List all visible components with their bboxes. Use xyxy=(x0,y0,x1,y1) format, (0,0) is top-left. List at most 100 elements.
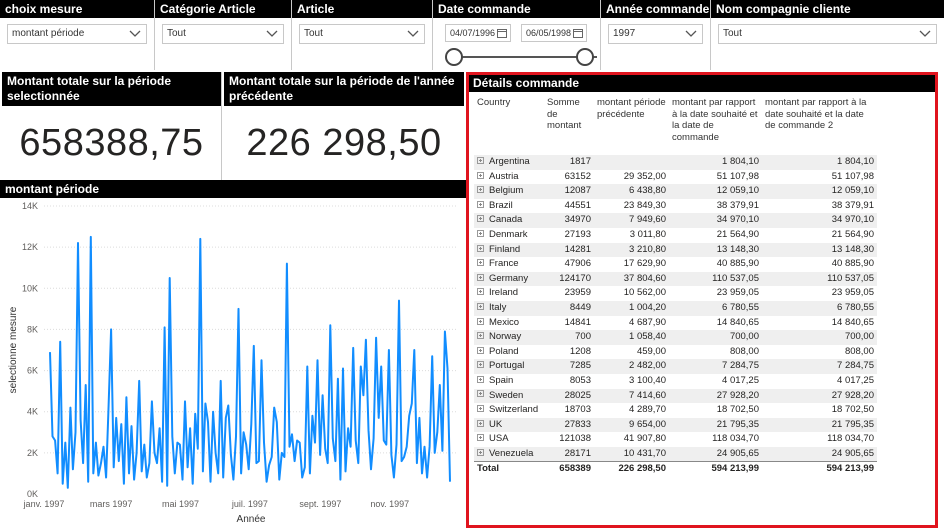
cell-souhaite-2: 4 017,25 xyxy=(837,374,874,386)
date-start-input[interactable]: 04/07/1996 xyxy=(445,24,511,42)
cell-souhaite: 1 804,10 xyxy=(669,155,762,170)
cell-country: Spain xyxy=(474,374,544,389)
cell-country: Sweden xyxy=(474,388,544,404)
cell-souhaite-2: 13 148,30 xyxy=(762,242,877,258)
expand-icon[interactable] xyxy=(477,200,484,208)
card-montant-annee-precedente: Montant totale sur la période de l'année… xyxy=(224,72,464,180)
slicer-title: choix mesure xyxy=(0,0,154,18)
card-montant-periode: Montant totale sur la période selectionn… xyxy=(2,72,222,180)
expand-icon[interactable] xyxy=(477,390,484,398)
table-row: Denmark 27193 3 011,80 21 564,90 21 564,90 xyxy=(474,228,877,243)
cell-country: Canada xyxy=(474,213,544,228)
y-tick-label: 12K xyxy=(22,242,38,252)
cell-somme: 1208 xyxy=(569,345,591,357)
cell-souhaite: 34 970,10 xyxy=(669,213,762,228)
cell-souhaite: 4 017,25 xyxy=(722,374,759,386)
cell-country: Germany xyxy=(474,271,544,287)
date-end-input[interactable]: 06/05/1998 xyxy=(521,24,587,42)
cell-somme: 1817 xyxy=(544,155,594,170)
cell-periode-precedente: 4 289,70 xyxy=(629,404,666,416)
expand-icon[interactable] xyxy=(477,273,484,281)
table-header-row: Country Somme de montant montant période… xyxy=(474,97,877,155)
expand-icon[interactable] xyxy=(477,171,484,179)
y-tick-label: 0K xyxy=(27,489,38,499)
country-label: Belgium xyxy=(489,185,524,197)
slicer-nom-compagnie: Nom compagnie cliente Tout xyxy=(711,0,944,70)
series-line xyxy=(49,235,451,489)
cell-souhaite-2: 118 034,70 xyxy=(827,433,874,445)
annee-dropdown[interactable]: 1997 xyxy=(608,24,703,44)
cell-country: Mexico xyxy=(474,316,544,331)
cell-somme: 8053 xyxy=(569,374,591,386)
column-header-souhaite[interactable]: montant par rapport à la date souhaité e… xyxy=(669,97,762,155)
expand-icon[interactable] xyxy=(477,302,484,310)
expand-icon[interactable] xyxy=(477,361,484,369)
y-tick-label: 2K xyxy=(27,448,38,458)
expand-icon[interactable] xyxy=(477,332,484,340)
country-label: Sweden xyxy=(489,389,524,401)
cell-souhaite: 18 702,50 xyxy=(716,404,759,416)
choix-mesure-dropdown[interactable]: montant période xyxy=(7,24,147,44)
expand-icon[interactable] xyxy=(477,215,484,223)
cell-country: Venezuela xyxy=(474,446,544,462)
expand-icon[interactable] xyxy=(477,317,484,325)
expand-icon[interactable] xyxy=(477,229,484,237)
slicer-categorie-article: Catégorie Article Tout xyxy=(155,0,292,70)
slicer-title: Nom compagnie cliente xyxy=(711,0,944,18)
expand-icon[interactable] xyxy=(477,288,484,296)
chevron-down-icon xyxy=(919,30,931,37)
expand-icon[interactable] xyxy=(477,259,484,267)
cell-periode-precedente: 2 482,00 xyxy=(594,359,669,374)
slicer-title: Date commande xyxy=(433,0,600,18)
expand-icon[interactable] xyxy=(477,186,484,194)
expand-icon[interactable] xyxy=(477,405,484,413)
expand-icon[interactable] xyxy=(477,448,484,456)
article-dropdown[interactable]: Tout xyxy=(299,24,425,44)
table-row: France 47906 17 629,90 40 885,90 40 885,90 xyxy=(474,257,877,272)
date-range-start-handle[interactable] xyxy=(445,48,463,66)
cell-souhaite: 51 107,98 xyxy=(716,170,759,182)
cell-periode-precedente: 10 431,70 xyxy=(594,446,669,462)
y-tick-label: 8K xyxy=(27,324,38,334)
cell-periode-precedente: 37 804,60 xyxy=(594,271,669,287)
table-row: Finland 14281 3 210,80 13 148,30 13 148,30 xyxy=(474,242,877,258)
expand-icon[interactable] xyxy=(477,244,484,252)
x-tick-label: sept. 1997 xyxy=(299,499,341,509)
expand-icon[interactable] xyxy=(477,346,484,354)
country-label: Argentina xyxy=(489,156,530,167)
table-row: Ireland 23959 10 562,00 23 959,05 23 959,05 xyxy=(474,286,877,301)
categorie-dropdown[interactable]: Tout xyxy=(162,24,284,44)
column-header-somme[interactable]: Somme de montant xyxy=(544,97,594,155)
cell-somme: 34970 xyxy=(544,213,594,228)
line-chart: 0K 2K 4K 6K 8K 10K 12K 14K janv. 1997 mars 1997 ma… xyxy=(8,201,458,525)
cell-somme: 27833 xyxy=(544,417,594,433)
cell-periode-precedente: 4 687,90 xyxy=(629,316,666,328)
cell-souhaite-2: 23 959,05 xyxy=(831,287,874,299)
calendar-icon[interactable] xyxy=(497,28,507,38)
slicer-title: Catégorie Article xyxy=(155,0,291,18)
calendar-icon[interactable] xyxy=(573,28,583,38)
cell-periode-precedente: 6 438,80 xyxy=(594,184,669,199)
expand-icon[interactable] xyxy=(477,375,484,383)
cell-souhaite-2: 1 804,10 xyxy=(762,155,877,170)
cell-souhaite: 118 034,70 xyxy=(712,433,759,445)
cell-periode-precedente: 1 004,20 xyxy=(594,300,669,316)
column-header-souhaite-2[interactable]: montant par rapport à la date souhaité e… xyxy=(762,97,877,155)
compagnie-dropdown[interactable]: Tout xyxy=(718,24,937,44)
table-row: Argentina 1817 1 804,10 1 804,10 xyxy=(474,155,877,170)
x-tick-label: mars 1997 xyxy=(90,499,133,509)
column-header-periode-precedente[interactable]: montant période précédente xyxy=(594,97,669,155)
expand-icon[interactable] xyxy=(477,434,484,442)
cell-somme: 27193 xyxy=(564,228,591,240)
expand-icon[interactable] xyxy=(477,419,484,427)
date-range-end-handle[interactable] xyxy=(576,48,594,66)
cell-country: Argentina xyxy=(474,155,544,170)
expand-icon[interactable] xyxy=(477,156,484,164)
total-souhaite: 594 213,99 xyxy=(669,461,762,478)
cell-souhaite: 808,00 xyxy=(729,345,759,357)
column-header-country[interactable]: Country xyxy=(474,97,544,155)
cell-country: Finland xyxy=(474,242,544,258)
cell-souhaite: 13 148,30 xyxy=(669,242,762,258)
cell-country: Switzerland xyxy=(474,403,544,418)
cell-country: Austria xyxy=(474,170,544,185)
